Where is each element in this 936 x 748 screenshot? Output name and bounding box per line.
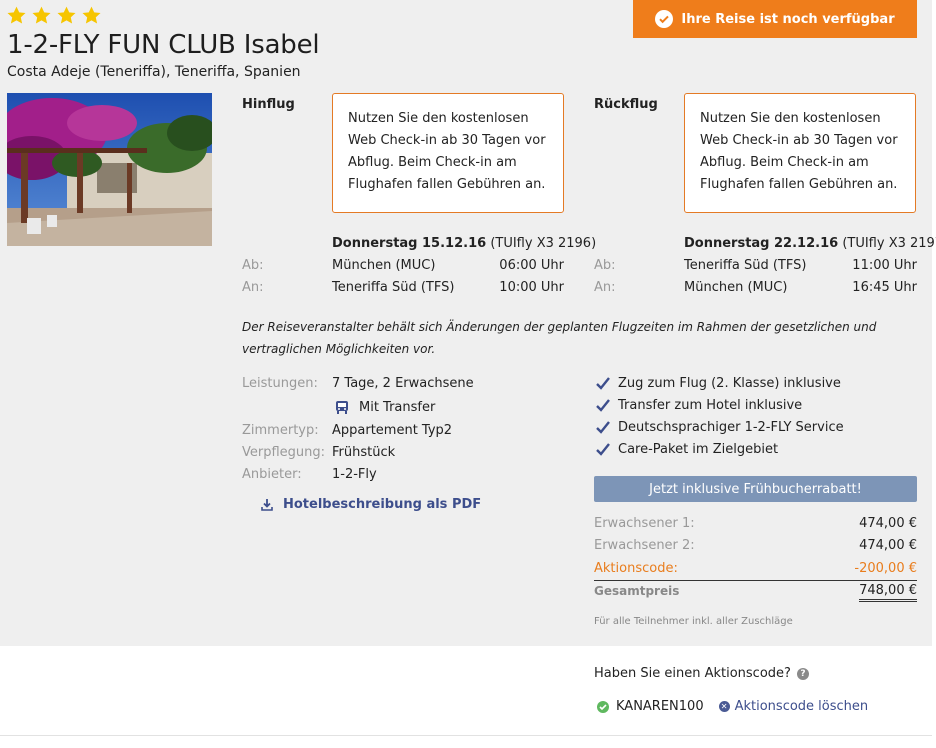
return-date: Donnerstag 22.12.16 [684, 236, 839, 251]
bus-icon [336, 401, 348, 414]
check-circle-icon [597, 700, 609, 713]
delete-promo-link[interactable]: Aktionscode löschen [735, 699, 869, 714]
promo-question-label: Haben Sie einen Aktionscode? [594, 666, 791, 681]
transfer-info: Mit Transfer [335, 400, 435, 415]
return-checkin-notice: Nutzen Sie den kostenlosen Web Check-in … [684, 93, 916, 213]
inclusion-item: Transfer zum Hotel inklusive [596, 398, 802, 413]
adult2-price-value: 474,00 € [859, 538, 917, 553]
transfer-label: Mit Transfer [359, 400, 436, 415]
return-date-line: Donnerstag 22.12.16 (TUIfly X3 2197) [684, 236, 936, 251]
early-booking-button[interactable]: Jetzt inklusive Frühbucherrabatt! [594, 476, 917, 502]
checkmark-icon [596, 443, 610, 456]
services-value: 7 Tage, 2 Erwachsene [332, 376, 474, 391]
return-arr-time: 16:45 Uhr [852, 280, 917, 295]
availability-badge: Ihre Reise ist noch verfügbar [633, 0, 917, 38]
outbound-arr-time: 10:00 Uhr [499, 280, 564, 295]
hotel-pdf-label[interactable]: Hotelbeschreibung als PDF [283, 497, 481, 512]
inclusion-label: Transfer zum Hotel inklusive [618, 398, 803, 413]
hotel-rating [6, 5, 102, 26]
inclusion-label: Care-Paket im Zielgebiet [618, 442, 779, 457]
inclusion-label: Zug zum Flug (2. Klasse) inklusive [618, 376, 841, 391]
help-icon[interactable]: ? [796, 667, 809, 680]
applied-promo-code: KANAREN100 [616, 699, 704, 714]
availability-label: Ihre Reise ist noch verfügbar [681, 11, 895, 27]
board-label: Verpflegung: [242, 445, 326, 460]
star-icon [82, 6, 101, 24]
outbound-dep-airport: München (MUC) [332, 258, 436, 273]
outbound-flight-number: (TUIfly X3 2196) [490, 236, 597, 251]
return-dep-airport: Teneriffa Süd (TFS) [684, 258, 807, 273]
inclusion-item: Zug zum Flug (2. Klasse) inklusive [596, 376, 841, 391]
board-value: Frühstück [332, 445, 396, 460]
price-note: Für alle Teilnehmer inkl. aller Zuschläg… [594, 616, 793, 627]
remove-icon[interactable]: ✕ [718, 701, 730, 712]
hotel-pdf-link[interactable]: Hotelbeschreibung als PDF [261, 497, 481, 512]
provider-value: 1-2-Fly [332, 467, 377, 482]
star-icon [32, 6, 51, 24]
outbound-arr-label: An: [242, 280, 264, 295]
room-value: Appartement Typ2 [332, 423, 453, 438]
return-heading: Rückflug [594, 97, 658, 112]
return-dep-time: 11:00 Uhr [852, 258, 917, 273]
outbound-date: Donnerstag 15.12.16 [332, 236, 487, 251]
promo-discount-label: Aktionscode: [594, 561, 678, 576]
return-arr-airport: München (MUC) [684, 280, 788, 295]
hotel-photo[interactable] [7, 93, 212, 246]
return-arr-label: An: [594, 280, 616, 295]
download-icon [261, 499, 273, 511]
promo-question: Haben Sie einen Aktionscode? ? [594, 666, 809, 681]
total-price-label: Gesamtpreis [594, 584, 680, 598]
adult1-price-label: Erwachsener 1: [594, 516, 695, 531]
inclusion-item: Deutschsprachiger 1-2-FLY Service [596, 420, 844, 435]
inclusion-label: Deutschsprachiger 1-2-FLY Service [618, 420, 844, 435]
check-circle-icon [655, 10, 674, 28]
applied-promo-row: KANAREN100 ✕ Aktionscode löschen [597, 699, 868, 714]
outbound-date-line: Donnerstag 15.12.16 (TUIfly X3 2196) [332, 236, 596, 251]
total-divider [594, 580, 917, 581]
provider-label: Anbieter: [242, 467, 302, 482]
return-flight-number: (TUIfly X3 2197) [842, 236, 936, 251]
checkmark-icon [596, 377, 610, 390]
adult1-price-value: 474,00 € [859, 516, 917, 531]
hotel-name: 1-2-FLY FUN CLUB Isabel [7, 30, 320, 60]
promo-discount-value: -200,00 € [854, 561, 917, 576]
services-label: Leistungen: [242, 376, 318, 391]
return-dep-label: Ab: [594, 258, 616, 273]
outbound-heading: Hinflug [242, 97, 295, 112]
flight-time-disclaimer: Der Reiseveranstalter behält sich Änderu… [242, 320, 877, 356]
star-icon [57, 6, 76, 24]
outbound-dep-label: Ab: [242, 258, 264, 273]
adult2-price-label: Erwachsener 2: [594, 538, 695, 553]
star-icon [7, 6, 26, 24]
hotel-location: Costa Adeje (Teneriffa), Teneriffa, Span… [7, 64, 301, 80]
promo-panel [0, 646, 932, 736]
outbound-arr-airport: Teneriffa Süd (TFS) [332, 280, 455, 295]
inclusion-item: Care-Paket im Zielgebiet [596, 442, 778, 457]
outbound-dep-time: 06:00 Uhr [499, 258, 564, 273]
room-label: Zimmertyp: [242, 423, 319, 438]
outbound-checkin-notice: Nutzen Sie den kostenlosen Web Check-in … [332, 93, 564, 213]
total-price-value: 748,00 € [859, 583, 917, 602]
checkmark-icon [596, 399, 610, 412]
checkmark-icon [596, 421, 610, 434]
